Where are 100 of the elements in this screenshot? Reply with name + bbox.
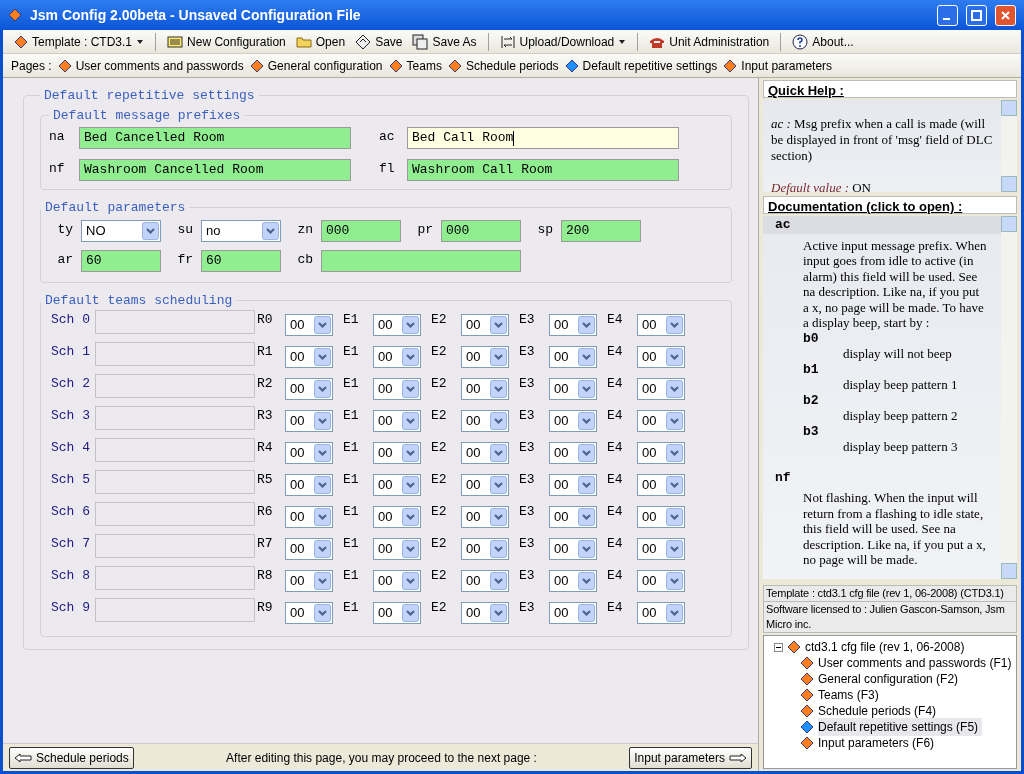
dropdown[interactable]: 00	[549, 474, 597, 496]
toolbar-button[interactable]: Save As	[409, 30, 480, 53]
dropdown[interactable]: 00	[461, 442, 509, 464]
previous-page-button[interactable]: Schedule periods	[9, 746, 134, 769]
dropdown[interactable]: 00	[373, 442, 421, 464]
dropdown[interactable]: 00	[637, 570, 685, 592]
dropdown[interactable]: 00	[637, 346, 685, 368]
dropdown[interactable]: 00	[637, 474, 685, 496]
toolbar-button[interactable]: Upload/Download	[496, 30, 630, 53]
slot-label: E4	[606, 439, 624, 457]
dropdown[interactable]: 00	[637, 410, 685, 432]
dropdown[interactable]: 00	[461, 474, 509, 496]
dropdown[interactable]: 00	[461, 506, 509, 528]
dropdown[interactable]: 00	[373, 570, 421, 592]
chevron-icon	[490, 572, 507, 590]
text-field[interactable]	[321, 249, 521, 272]
dropdown[interactable]: 00	[461, 378, 509, 400]
dropdown[interactable]: 00	[549, 346, 597, 368]
dropdown[interactable]: 00	[637, 378, 685, 400]
slot-label: E4	[606, 311, 624, 329]
dropdown[interactable]: 00	[549, 570, 597, 592]
dropdown[interactable]: 00	[285, 442, 333, 464]
dropdown[interactable]: 00	[285, 410, 333, 432]
dropdown[interactable]: 00	[285, 506, 333, 528]
dropdown[interactable]: 00	[461, 346, 509, 368]
dropdown[interactable]: 00	[285, 314, 333, 336]
dropdown[interactable]: 00	[637, 538, 685, 560]
close-button[interactable]	[995, 4, 1016, 26]
page-link[interactable]: Schedule periods	[447, 55, 559, 76]
dropdown[interactable]: 00	[373, 474, 421, 496]
text-field[interactable]: 000	[321, 219, 401, 242]
toolbar-button[interactable]: Save	[352, 30, 406, 53]
dropdown[interactable]: 00	[373, 378, 421, 400]
toolbar-button[interactable]: Template : CTD3.1	[11, 30, 148, 53]
dropdown[interactable]: 00	[549, 442, 597, 464]
dropdown[interactable]: 00	[637, 506, 685, 528]
text-field[interactable]: Bed Cancelled Room	[79, 127, 351, 149]
dropdown[interactable]: 00	[461, 602, 509, 624]
dropdown[interactable]: 00	[549, 314, 597, 336]
chevron-icon	[666, 444, 683, 462]
dropdown[interactable]: 00	[285, 346, 333, 368]
dropdown[interactable]: 00	[461, 410, 509, 432]
dropdown[interactable]: 00	[373, 346, 421, 368]
text-field[interactable]: Washroom Call Room	[407, 159, 679, 181]
text-field[interactable]: Bed Call Room	[407, 127, 679, 149]
field-label: ar	[56, 250, 74, 269]
disks-icon	[412, 33, 429, 50]
dropdown[interactable]: no	[201, 219, 281, 242]
text-field[interactable]: Washroom Cancelled Room	[79, 159, 351, 181]
dropdown[interactable]: 00	[285, 602, 333, 624]
dropdown[interactable]: 00	[549, 506, 597, 528]
minimize-button[interactable]	[937, 4, 958, 26]
dropdown[interactable]: 00	[285, 538, 333, 560]
tree-item[interactable]: Input parameters (F6)	[818, 734, 935, 752]
dropdown[interactable]: 00	[373, 538, 421, 560]
panel-header[interactable]: Documentation (click to open) :	[763, 196, 1017, 214]
tree-item[interactable]: Teams (F3)	[818, 686, 879, 704]
dropdown[interactable]: 00	[637, 602, 685, 624]
tree-item[interactable]: Default repetitive settings (F5)	[818, 718, 983, 736]
dropdown[interactable]: 00	[637, 442, 685, 464]
dropdown[interactable]: 00	[285, 474, 333, 496]
toolbar-button[interactable]: Unit Administration	[646, 30, 773, 53]
toolbar-button[interactable]: New Configuration	[164, 30, 289, 53]
next-page-button[interactable]: Input parameters	[629, 746, 752, 769]
page-link[interactable]: User comments and passwords	[57, 55, 244, 76]
dropdown[interactable]: 00	[549, 378, 597, 400]
page-link[interactable]: Default repetitive settings	[564, 55, 718, 76]
tree-toggle[interactable]	[774, 642, 783, 652]
dropdown[interactable]: 00	[549, 538, 597, 560]
dropdown[interactable]: 00	[461, 314, 509, 336]
chevron-icon	[402, 348, 419, 366]
page-link[interactable]: Input parameters	[723, 55, 833, 76]
dropdown[interactable]: 00	[549, 410, 597, 432]
dropdown[interactable]: 00	[285, 378, 333, 400]
schedule-label: Sch 5	[50, 471, 91, 489]
toolbar-button[interactable]: About...	[789, 30, 857, 53]
dropdown[interactable]: 00	[373, 314, 421, 336]
toolbar-button[interactable]: Open	[292, 30, 349, 53]
dropdown[interactable]: 00	[461, 570, 509, 592]
dropdown[interactable]: 00	[549, 602, 597, 624]
dropdown[interactable]: 00	[373, 506, 421, 528]
license-info: Software licensed to : Julien Gascon-Samson, Jsm Micro inc.	[763, 602, 1017, 633]
dropdown[interactable]: 00	[285, 570, 333, 592]
dropdown[interactable]: 00	[461, 538, 509, 560]
tree-item[interactable]: Schedule periods (F4)	[818, 702, 937, 720]
text-field[interactable]: 60	[201, 249, 281, 272]
text-field[interactable]: 000	[441, 219, 521, 242]
slot-label: E3	[518, 567, 536, 585]
tree-item[interactable]: User comments and passwords (F1)	[818, 654, 1012, 672]
maximize-button[interactable]	[966, 4, 987, 26]
dropdown[interactable]: 00	[373, 410, 421, 432]
page-link[interactable]: General configuration	[249, 55, 383, 76]
tree-item[interactable]: General configuration (F2)	[818, 670, 959, 688]
tree-item[interactable]: ctd3.1 cfg file (rev 1, 06-2008)	[805, 638, 965, 656]
dropdown[interactable]: 00	[373, 602, 421, 624]
text-field[interactable]: 60	[81, 249, 161, 272]
page-link[interactable]: Teams	[388, 55, 442, 76]
text-field[interactable]: 200	[561, 219, 641, 242]
dropdown[interactable]: 00	[637, 314, 685, 336]
dropdown[interactable]: NO	[81, 219, 161, 242]
